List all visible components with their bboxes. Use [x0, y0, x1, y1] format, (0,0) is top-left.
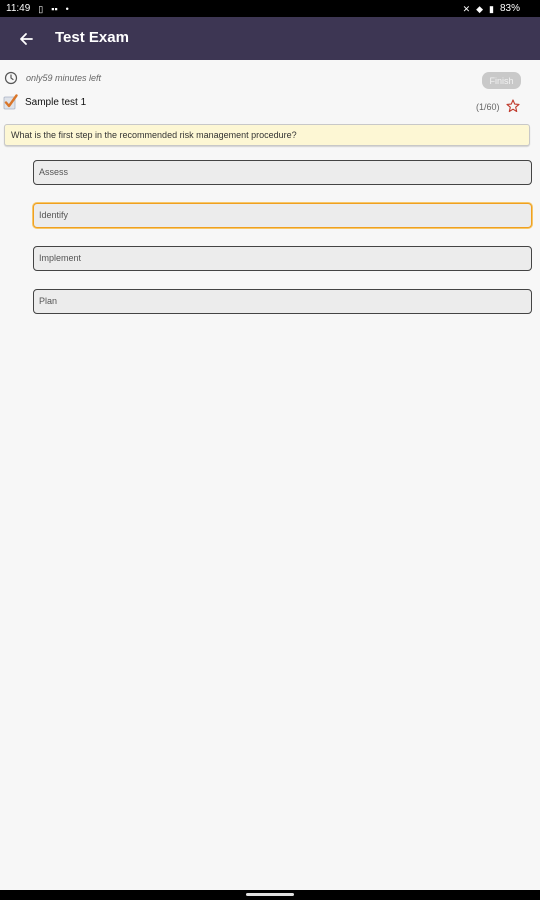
battery-percent: 83%: [499, 3, 520, 14]
test-header: Sample test 1: [3, 94, 86, 110]
notification-icon: ▪▪: [51, 3, 58, 14]
question-counter: (1/60): [476, 102, 500, 112]
dot-icon: •: [65, 3, 69, 14]
timer-text: only59 minutes left: [26, 73, 102, 83]
question-text: What is the first step in the recommende…: [4, 124, 530, 146]
clock-icon: [4, 71, 18, 85]
page-title: Test Exam: [55, 29, 129, 46]
home-gesture-handle[interactable]: [246, 893, 294, 896]
answer-option-assess[interactable]: Assess: [33, 160, 532, 185]
app-bar: Test Exam: [0, 17, 540, 60]
status-bar: 11:49 ▯ ▪▪ • ✕ ◆ ▮ 83%: [0, 0, 540, 17]
answer-option-identify[interactable]: Identify: [33, 203, 532, 228]
wifi-icon: ◆: [476, 3, 484, 14]
answer-option-plan[interactable]: Plan: [33, 289, 532, 314]
checkbox-checked-icon: [3, 94, 18, 110]
bookmark-button[interactable]: [506, 98, 520, 113]
sim-icon: ▯: [38, 3, 44, 14]
battery-icon: ▮: [489, 3, 494, 14]
back-button[interactable]: [14, 27, 38, 51]
mute-icon: ✕: [462, 3, 471, 14]
finish-button[interactable]: Finish: [482, 72, 521, 89]
star-outline-icon: [506, 99, 520, 113]
status-time: 11:49: [6, 3, 31, 14]
timer: only59 minutes left: [4, 71, 101, 85]
arrow-left-icon: [20, 33, 33, 45]
test-name: Sample test 1: [25, 96, 87, 108]
answer-option-implement[interactable]: Implement: [33, 246, 532, 271]
